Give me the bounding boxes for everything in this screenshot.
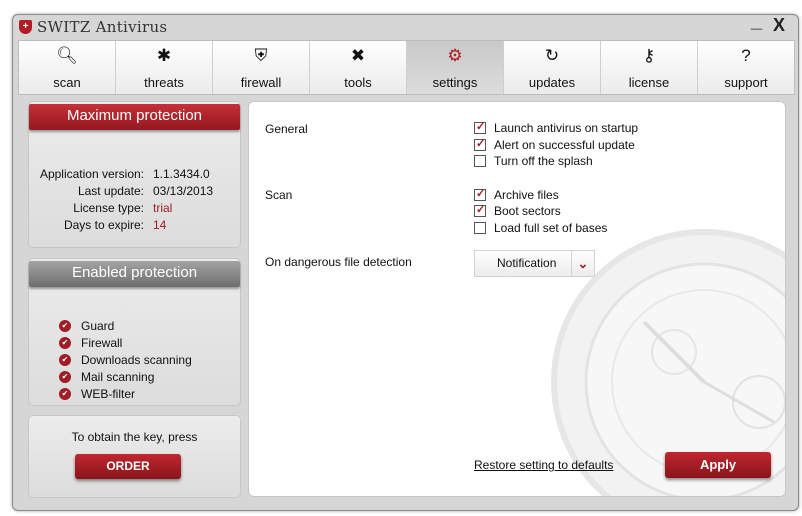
window-title: SWITZ Antivirus xyxy=(37,18,168,36)
tools-icon: ✖ xyxy=(350,46,366,65)
question-icon: ? xyxy=(741,46,751,65)
checkbox-box[interactable] xyxy=(474,222,486,234)
checkbox-label: Load full set of bases xyxy=(494,221,608,235)
tab-label: settings xyxy=(432,75,478,90)
tab-label: firewall xyxy=(240,75,282,90)
settings-panel: General ✓ Launch antivirus on startup ✓ … xyxy=(248,101,786,497)
protection-item-label: Firewall xyxy=(81,336,123,350)
info-label: Days to expire: xyxy=(63,218,144,232)
tab-license[interactable]: ⚷ license xyxy=(601,41,698,94)
tab-tools[interactable]: ✖ tools xyxy=(310,41,407,94)
order-key-panel: To obtain the key, press ORDER xyxy=(28,415,241,498)
info-value: 14 xyxy=(153,218,167,232)
checkbox-label: Launch antivirus on startup xyxy=(494,121,639,135)
check-circle-icon: ✔ xyxy=(59,337,71,349)
minimize-button[interactable]: _ xyxy=(751,15,762,33)
protection-item-label: WEB-filter xyxy=(81,387,135,401)
checkbox-label: Boot sectors xyxy=(494,204,561,218)
checkbox-box[interactable]: ✓ xyxy=(474,188,486,201)
key-icon: ⚷ xyxy=(642,46,656,65)
tab-label: support xyxy=(724,75,768,90)
info-label: Last update: xyxy=(77,184,144,198)
detection-label: On dangerous file detection xyxy=(265,255,412,269)
refresh-icon: ↻ xyxy=(544,46,560,65)
order-key-text: To obtain the key, press xyxy=(71,430,198,444)
protection-status-title: Maximum protection xyxy=(29,104,240,130)
info-label: Application version: xyxy=(39,167,144,181)
tab-label: tools xyxy=(344,75,372,90)
check-circle-icon: ✔ xyxy=(59,371,71,383)
detection-action-select[interactable]: Notification ⌄ xyxy=(474,250,595,277)
check-circle-icon: ✔ xyxy=(59,320,71,332)
swiss-cross-logo-icon: + xyxy=(19,20,32,34)
tab-firewall[interactable]: ⛨ firewall xyxy=(213,41,310,94)
checkbox-label: Archive files xyxy=(494,188,559,202)
checkbox-label: Turn off the splash xyxy=(494,154,593,168)
enabled-protection-panel: Enabled protection ✔ Guard ✔ Firewall ✔ … xyxy=(28,258,241,406)
info-label: License type: xyxy=(73,201,144,215)
protection-item-label: Downloads scanning xyxy=(81,353,192,367)
chevron-down-icon[interactable]: ⌄ xyxy=(571,251,594,276)
info-value: trial xyxy=(153,201,173,215)
shield-icon: ⛨ xyxy=(254,46,268,65)
main-tab-bar: 🔍︎ scan ✱ threats ⛨ firewall ✖ tools ⚙ s… xyxy=(18,40,795,95)
checkmark-icon: ✓ xyxy=(476,138,486,150)
checkbox-box[interactable] xyxy=(474,155,486,167)
checkmark-icon: ✓ xyxy=(476,121,486,133)
checkbox-box[interactable]: ✓ xyxy=(474,138,486,151)
title-bar[interactable]: + SWITZ Antivirus _ X xyxy=(13,15,798,39)
tab-label: updates xyxy=(528,75,576,90)
app-window: + SWITZ Antivirus _ X 🔍︎ scan ✱ threats … xyxy=(12,14,799,511)
checkmark-icon: ✓ xyxy=(476,204,486,216)
bug-icon: ✱ xyxy=(156,46,172,65)
info-row-license-type: License type: trial xyxy=(29,201,240,218)
search-icon: 🔍︎ xyxy=(56,46,78,65)
apply-button[interactable]: Apply xyxy=(665,452,771,478)
checkmark-icon: ✓ xyxy=(476,188,486,200)
check-circle-icon: ✔ xyxy=(59,388,71,400)
info-value: 1.1.3434.0 xyxy=(153,167,210,181)
tab-label: license xyxy=(628,75,670,90)
tab-settings[interactable]: ⚙ settings xyxy=(407,41,504,94)
protection-status-panel: Maximum protection Application version: … xyxy=(28,101,241,248)
tab-updates[interactable]: ↻ updates xyxy=(504,41,601,94)
tab-label: scan xyxy=(53,75,81,90)
checkbox-box[interactable]: ✓ xyxy=(474,204,486,217)
restore-defaults-link[interactable]: Restore setting to defaults xyxy=(474,458,613,472)
check-circle-icon: ✔ xyxy=(59,354,71,366)
protection-item-label: Mail scanning xyxy=(81,370,155,384)
info-row-version: Application version: 1.1.3434.0 xyxy=(29,167,240,184)
general-section-label: General xyxy=(265,122,308,136)
checkbox-label: Alert on successful update xyxy=(494,138,635,152)
info-value: 03/13/2013 xyxy=(153,184,214,198)
tab-support[interactable]: ? support xyxy=(698,41,794,94)
checkbox-box[interactable]: ✓ xyxy=(474,121,486,134)
enabled-protection-title: Enabled protection xyxy=(29,261,240,287)
tab-label: threats xyxy=(144,75,184,90)
close-button[interactable]: X xyxy=(773,15,785,36)
info-row-days-to-expire: Days to expire: 14 xyxy=(29,218,240,235)
info-row-last-update: Last update: 03/13/2013 xyxy=(29,184,240,201)
protection-item-label: Guard xyxy=(81,319,115,333)
tab-scan[interactable]: 🔍︎ scan xyxy=(19,41,116,94)
tab-threats[interactable]: ✱ threats xyxy=(116,41,213,94)
scan-section-label: Scan xyxy=(265,188,293,202)
order-button[interactable]: ORDER xyxy=(75,454,181,479)
select-value: Notification xyxy=(497,256,557,270)
gears-icon: ⚙ xyxy=(447,46,463,65)
